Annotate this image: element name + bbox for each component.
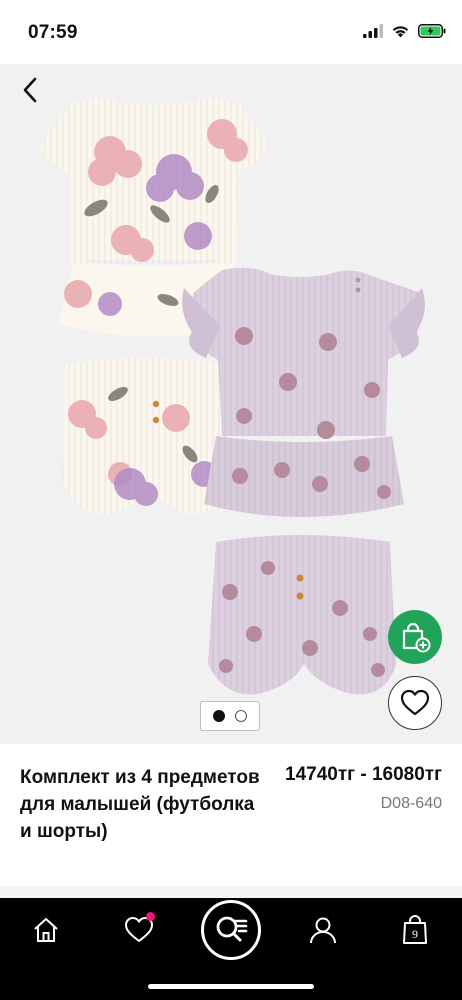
status-icons [363,24,446,38]
product-info: Комплект из 4 предметов для малышей (фут… [0,744,462,886]
nav-wishlist[interactable] [114,908,164,952]
home-icon [34,918,58,942]
chevron-left-icon [23,77,37,103]
bag-icon: 9 [403,915,427,944]
pager-dot-active[interactable] [213,710,225,722]
status-bar: 07:59 [0,0,462,64]
nav-home[interactable] [21,908,71,952]
product-title: Комплект из 4 предметов для малышей (фут… [20,767,260,842]
back-button[interactable] [14,74,46,106]
status-time: 07:59 [28,22,78,43]
wifi-icon [392,26,409,38]
home-indicator [148,984,314,989]
search-icon [216,916,248,942]
image-pager[interactable] [200,701,260,731]
account-icon [310,917,336,944]
nav-bag[interactable]: 9 [390,908,440,952]
pager-dot[interactable] [235,710,247,722]
bottom-nav: 9 [0,898,462,1000]
heart-icon [400,689,430,716]
signal-icon [363,24,383,38]
wishlist-badge [146,912,155,921]
product-price: 14740тг - 16080тг [285,764,442,785]
add-to-wishlist-button[interactable] [388,676,442,730]
battery-icon [418,24,446,38]
nav-search[interactable] [201,900,261,960]
add-to-bag-icon [402,622,431,653]
add-to-cart-button[interactable] [388,610,442,664]
section-divider [0,886,462,898]
product-sku: D08-640 [380,795,442,812]
product-gallery[interactable] [0,64,462,744]
nav-account[interactable] [298,908,348,952]
bag-count: 9 [412,927,418,941]
